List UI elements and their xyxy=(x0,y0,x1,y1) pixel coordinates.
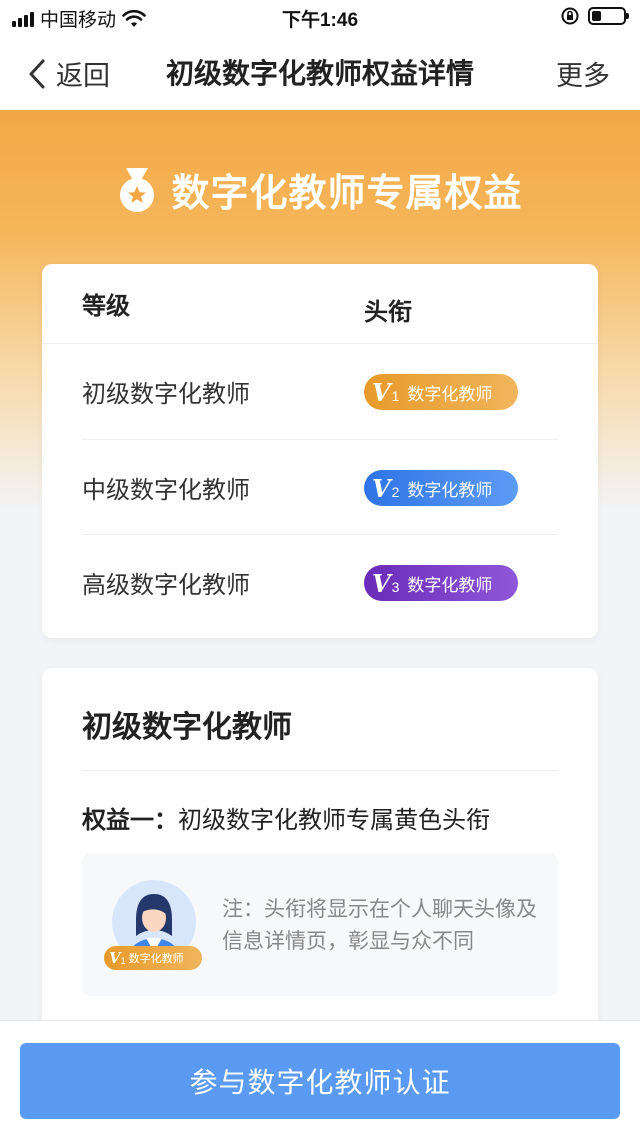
detail-title: 初级数字化教师 xyxy=(82,711,292,744)
badge-v-letter: V xyxy=(372,568,391,598)
title-badge-v2: V 2 数字化教师 xyxy=(364,470,518,506)
status-time: 下午1:46 xyxy=(281,10,359,31)
page-title: 初级数字化教师权益详情 xyxy=(165,58,474,89)
medal-icon xyxy=(120,167,155,212)
status-right xyxy=(560,6,629,26)
badge-v-letter: V xyxy=(372,377,391,407)
level-name: 高级数字化教师 xyxy=(82,571,250,599)
badge-v-letter: V xyxy=(109,949,121,967)
badge-text: 数字化教师 xyxy=(407,480,493,500)
badge-level-number: 3 xyxy=(391,579,400,595)
note-text: 注：头衔将显示在个人聊天头像及信息详情页，彰显与众不同 xyxy=(222,898,537,953)
nav-bar: 返回 初级数字化教师权益详情 更多 xyxy=(0,34,640,110)
level-table-header: 等级 头衔 xyxy=(42,264,598,344)
title-badge-v1: V 1 数字化教师 xyxy=(364,374,518,410)
level-row-3: 高级数字化教师 V 3 数字化教师 xyxy=(82,534,558,629)
header-level: 等级 xyxy=(82,293,130,320)
status-bar: 中国移动 下午1:46 xyxy=(0,0,640,34)
certification-button[interactable]: 参与数字化教师认证 xyxy=(20,1043,620,1119)
chevron-left-icon xyxy=(29,59,45,88)
title-badge-v3: V 3 数字化教师 xyxy=(364,565,518,601)
header-title: 头衔 xyxy=(364,299,412,326)
badge-v-letter: V xyxy=(372,473,391,503)
badge-level-number: 1 xyxy=(120,956,126,966)
back-button[interactable]: 返回 xyxy=(28,54,110,93)
badge-level-number: 1 xyxy=(391,388,400,404)
badge-text: 数字化教师 xyxy=(128,953,184,965)
benefit-item-1: 权益一：初级数字化教师专属黄色头衔 xyxy=(82,800,490,835)
hero-heading: 数字化教师专属权益 xyxy=(0,162,640,217)
hero-title: 数字化教师专属权益 xyxy=(171,173,523,215)
badge-text: 数字化教师 xyxy=(407,384,493,404)
level-name: 中级数字化教师 xyxy=(82,476,250,504)
benefit-text: 初级数字化教师专属黄色头衔 xyxy=(178,807,490,834)
orientation-lock-icon xyxy=(561,7,579,25)
battery-icon xyxy=(588,7,629,25)
bottom-bar: 参与数字化教师认证 xyxy=(0,1020,640,1138)
note-box: V 1 数字化教师 注：头衔将显示在个人聊天头像及信息详情页，彰显与众不同 xyxy=(82,854,558,996)
mini-title-badge-v1: V 1 数字化教师 xyxy=(104,946,202,970)
badge-text: 数字化教师 xyxy=(407,575,493,595)
level-row-2: 中级数字化教师 V 2 数字化教师 xyxy=(82,439,558,534)
level-table-card: 等级 头衔 初级数字化教师 V 1 数字化教师 中级数字化教师 V 2 数字化教… xyxy=(42,264,598,638)
more-button[interactable]: 更多 xyxy=(556,54,610,93)
level-row-1: 初级数字化教师 V 1 数字化教师 xyxy=(82,344,558,439)
badge-level-number: 2 xyxy=(391,484,400,500)
benefit-prefix: 权益一： xyxy=(82,807,178,834)
level-name: 初级数字化教师 xyxy=(82,381,250,408)
divider xyxy=(82,770,558,771)
back-label: 返回 xyxy=(56,61,110,91)
